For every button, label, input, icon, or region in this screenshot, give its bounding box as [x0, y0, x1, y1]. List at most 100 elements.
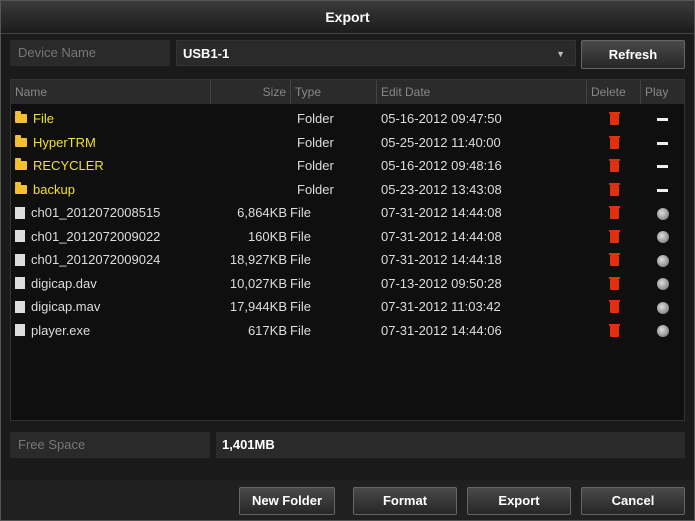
- row-size: [191, 154, 287, 177]
- file-icon: [15, 277, 25, 290]
- row-type: Folder: [297, 181, 334, 197]
- row-play[interactable]: [641, 295, 684, 318]
- device-row: Device Name USB1-1 ▼ Refresh: [10, 40, 685, 69]
- table-row[interactable]: player.exe 617KB File 07-31-2012 14:44:06: [11, 319, 684, 342]
- row-type: Folder: [297, 158, 334, 173]
- row-delete[interactable]: [587, 225, 641, 248]
- export-button[interactable]: Export: [467, 487, 571, 515]
- row-name: ch01_2012072009024: [31, 252, 161, 267]
- row-size: 10,027KB: [229, 275, 287, 291]
- button-bar: New Folder Format Export Cancel: [1, 480, 694, 520]
- trash-icon[interactable]: [608, 300, 620, 314]
- row-size: [191, 131, 287, 154]
- row-size: 160KB: [247, 228, 287, 244]
- dialog-title: Export: [1, 1, 694, 34]
- device-select[interactable]: USB1-1 ▼: [176, 40, 576, 66]
- dash-icon: [657, 188, 668, 192]
- row-play: [641, 178, 684, 201]
- row-play[interactable]: [641, 248, 684, 271]
- trash-icon[interactable]: [608, 253, 620, 267]
- row-play[interactable]: [641, 225, 684, 248]
- table-row[interactable]: backup Folder 05-23-2012 13:43:08: [11, 178, 684, 201]
- row-play[interactable]: [641, 319, 684, 342]
- row-type: File: [290, 275, 311, 291]
- play-icon[interactable]: [656, 231, 669, 244]
- folder-icon: [15, 181, 27, 194]
- refresh-button[interactable]: Refresh: [581, 40, 685, 69]
- row-delete[interactable]: [587, 131, 641, 154]
- row-delete[interactable]: [587, 201, 641, 224]
- play-icon[interactable]: [656, 325, 669, 338]
- row-name-cell: digicap.dav: [15, 272, 191, 295]
- row-delete[interactable]: [587, 107, 641, 130]
- table-row[interactable]: ch01_2012072008515 6,864KB File 07-31-2012 …: [11, 201, 684, 224]
- file-icon: [15, 230, 25, 243]
- play-icon[interactable]: [656, 301, 669, 314]
- table-row[interactable]: ch01_2012072009022 160KB File 07-31-2012 14…: [11, 225, 684, 248]
- row-size: 17,944KB: [229, 299, 287, 314]
- row-delete[interactable]: [587, 154, 641, 177]
- table-row[interactable]: digicap.mav 17,944KB File 07-31-2012 11:03:…: [11, 295, 684, 318]
- row-delete[interactable]: [587, 248, 641, 271]
- row-name-cell: HyperTRM: [15, 131, 191, 154]
- table-row[interactable]: RECYCLER Folder 05-16-2012 09:48:16: [11, 154, 684, 177]
- trash-icon[interactable]: [608, 323, 620, 337]
- row-date: 07-31-2012 14:44:08: [381, 228, 502, 244]
- row-delete[interactable]: [587, 295, 641, 318]
- trash-icon[interactable]: [608, 182, 620, 196]
- chevron-down-icon: ▼: [556, 49, 565, 59]
- row-size: [191, 178, 287, 201]
- file-table: Name Size Type Edit Date Delete Play Fil…: [10, 79, 685, 421]
- row-name-cell: RECYCLER: [15, 154, 191, 177]
- row-delete[interactable]: [587, 272, 641, 295]
- free-space-row: Free Space 1,401MB: [10, 432, 685, 458]
- new-folder-button[interactable]: New Folder: [239, 487, 335, 515]
- device-name-label: Device Name: [10, 40, 170, 66]
- table-row[interactable]: ch01_2012072009024 18,927KB File 07-31-2012…: [11, 248, 684, 271]
- row-date: 07-31-2012 14:44:06: [381, 322, 502, 338]
- row-name-cell: ch01_2012072009022: [15, 225, 191, 248]
- trash-icon[interactable]: [608, 276, 620, 290]
- row-date: 07-31-2012 11:03:42: [381, 299, 501, 314]
- row-name-cell: backup: [15, 178, 191, 201]
- row-play[interactable]: [641, 201, 684, 224]
- trash-icon[interactable]: [608, 135, 620, 149]
- row-name: player.exe: [31, 322, 91, 338]
- play-icon[interactable]: [656, 207, 669, 220]
- file-icon: [15, 206, 25, 219]
- row-date: 05-16-2012 09:47:50: [381, 111, 502, 126]
- row-delete[interactable]: [587, 319, 641, 342]
- row-date: 07-31-2012 14:44:18: [381, 252, 502, 267]
- row-name: digicap.dav: [31, 275, 97, 291]
- trash-icon[interactable]: [608, 229, 620, 243]
- column-header-delete: Delete: [587, 80, 641, 104]
- row-play[interactable]: [641, 272, 684, 295]
- row-name: ch01_2012072009022: [31, 228, 161, 244]
- table-row[interactable]: File Folder 05-16-2012 09:47:50: [11, 107, 684, 130]
- column-header-name[interactable]: Name: [11, 80, 211, 104]
- row-size: 18,927KB: [229, 252, 287, 267]
- cancel-button[interactable]: Cancel: [581, 487, 685, 515]
- trash-icon[interactable]: [608, 159, 620, 173]
- row-play: [641, 107, 684, 130]
- row-name: File: [33, 111, 54, 126]
- column-header-type[interactable]: Type: [291, 80, 377, 104]
- trash-icon[interactable]: [608, 206, 620, 220]
- row-name: ch01_2012072008515: [31, 205, 161, 220]
- row-name-cell: player.exe: [15, 319, 191, 342]
- play-icon[interactable]: [656, 278, 669, 291]
- play-icon[interactable]: [656, 254, 669, 267]
- column-header-date[interactable]: Edit Date: [377, 80, 587, 104]
- dash-icon: [657, 141, 668, 145]
- trash-icon[interactable]: [608, 112, 620, 126]
- column-header-size[interactable]: Size: [211, 80, 291, 104]
- table-row[interactable]: HyperTRM Folder 05-25-2012 11:40:00: [11, 131, 684, 154]
- export-dialog: Export Device Name USB1-1 ▼ Refresh Name…: [0, 0, 695, 521]
- row-type: File: [290, 205, 311, 220]
- format-button[interactable]: Format: [353, 487, 457, 515]
- file-icon: [15, 253, 25, 266]
- row-delete[interactable]: [587, 178, 641, 201]
- table-header: Name Size Type Edit Date Delete Play: [11, 80, 684, 104]
- row-name-cell: ch01_2012072008515: [15, 201, 191, 224]
- table-row[interactable]: digicap.dav 10,027KB File 07-13-2012 09:50:…: [11, 272, 684, 295]
